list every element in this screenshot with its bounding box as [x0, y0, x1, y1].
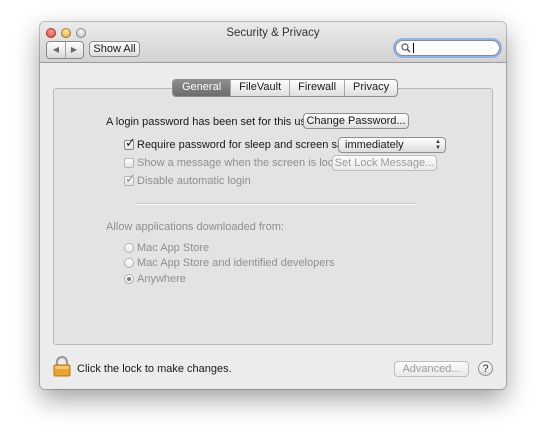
search-field[interactable] — [395, 40, 500, 56]
tab-filevault[interactable]: FileVault — [230, 80, 289, 96]
show-message-checkbox[interactable] — [124, 158, 134, 168]
show-message-label: Show a message when the screen is locked — [137, 157, 352, 169]
lock-instruction-text: Click the lock to make changes. — [77, 363, 232, 375]
checkmark-icon: ✓ — [125, 171, 136, 186]
require-password-label: Require password for sleep and screen sa… — [137, 139, 359, 151]
title-bar: Security & Privacy ◀ ▶ Show All — [40, 22, 506, 63]
help-button[interactable]: ? — [478, 361, 493, 376]
radio-label-identified-developers: Mac App Store and identified developers — [137, 257, 335, 269]
lock-icon[interactable] — [53, 355, 71, 380]
tab-firewall[interactable]: Firewall — [289, 80, 344, 96]
search-icon — [401, 43, 411, 56]
back-arrow-icon: ◀ — [52, 45, 60, 54]
checkmark-icon: ✓ — [125, 135, 136, 150]
tab-bar: General FileVault Firewall Privacy — [172, 79, 399, 97]
back-button[interactable]: ◀ — [47, 42, 66, 58]
help-icon: ? — [482, 363, 489, 375]
back-forward-control: ◀ ▶ — [46, 41, 84, 59]
allow-apps-title: Allow applications downloaded from: — [106, 221, 284, 233]
section-divider — [136, 203, 416, 205]
forward-button[interactable]: ▶ — [65, 42, 83, 58]
window-title: Security & Privacy — [226, 27, 320, 39]
radio-label-anywhere: Anywhere — [137, 273, 186, 285]
stepper-arrows-icon: ▲ ▼ — [435, 139, 441, 151]
disable-auto-login-label: Disable automatic login — [137, 175, 251, 187]
forward-arrow-icon: ▶ — [70, 45, 78, 54]
radio-selected-dot — [127, 277, 131, 281]
require-password-delay-select[interactable]: immediately ▲ ▼ — [338, 137, 446, 153]
show-all-button[interactable]: Show All — [89, 41, 140, 57]
advanced-button[interactable]: Advanced... — [394, 361, 469, 377]
security-privacy-window: Security & Privacy ◀ ▶ Show All General … — [40, 22, 506, 389]
radio-anywhere[interactable] — [124, 274, 134, 284]
disable-auto-login-checkbox[interactable]: ✓ — [124, 172, 136, 186]
tab-privacy[interactable]: Privacy — [344, 80, 397, 96]
change-password-button[interactable]: Change Password... — [303, 113, 409, 129]
tab-general[interactable]: General — [173, 80, 231, 96]
login-password-status: A login password has been set for this u… — [106, 116, 316, 128]
radio-mac-app-store[interactable] — [124, 243, 134, 253]
radio-label-mac-app-store: Mac App Store — [137, 242, 210, 254]
require-password-checkbox[interactable]: ✓ — [124, 136, 136, 150]
set-lock-message-button[interactable]: Set Lock Message... — [332, 155, 437, 171]
radio-identified-developers[interactable] — [124, 258, 134, 268]
text-cursor — [413, 43, 414, 53]
require-password-delay-value: immediately — [345, 139, 404, 151]
